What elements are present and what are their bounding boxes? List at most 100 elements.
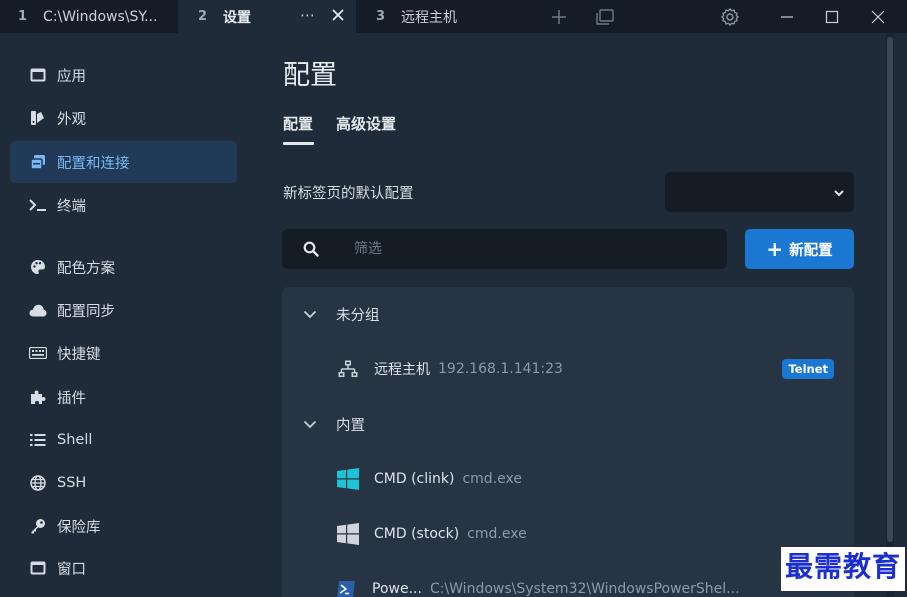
globe-icon [29, 474, 47, 492]
profiles-icon [29, 153, 47, 171]
sidebar: 应用 外观 配置和连接 终端 配色方案 配置同步 快捷键 插件 Shell SS… [0, 33, 250, 597]
profile-name: Powe... [372, 581, 422, 597]
filter-input[interactable] [354, 229, 714, 269]
sidebar-item-vault[interactable]: 保险库 [10, 505, 237, 547]
sidebar-item-shell[interactable]: Shell [10, 419, 237, 461]
sidebar-item-label: 插件 [57, 390, 86, 407]
tab-profiles[interactable]: 配置 [283, 113, 313, 134]
new-profile-label: 新配置 [789, 242, 833, 259]
terminal-icon [29, 196, 47, 214]
default-profile-select[interactable] [665, 172, 854, 212]
default-profile-label: 新标签页的默认配置 [283, 186, 414, 202]
profile-row[interactable]: CMD (clink) cmd.exe [282, 457, 854, 501]
sidebar-item-plugins[interactable]: 插件 [10, 376, 237, 418]
key-icon [29, 517, 47, 535]
sidebar-item-label: 配置和连接 [57, 155, 130, 172]
cloud-icon [29, 301, 47, 319]
profile-description: cmd.exe [467, 526, 527, 542]
paint-icon [29, 109, 47, 127]
sidebar-item-hotkeys[interactable]: 快捷键 [10, 332, 237, 374]
tab-number: 2 [198, 9, 208, 24]
sidebar-item-profiles[interactable]: 配置和连接 [10, 141, 237, 183]
tab-title: C:\Windows\SY... [43, 8, 158, 25]
scrollbar-thumb[interactable] [887, 37, 893, 542]
network-icon [336, 357, 360, 381]
profile-name: 远程主机 [374, 362, 430, 378]
profiles-menu-button[interactable] [592, 0, 618, 33]
profile-row[interactable]: Powe... C:\Windows\System32\WindowsPower… [282, 567, 854, 597]
group-name: 内置 [336, 417, 365, 434]
tab-more-icon[interactable]: ⋯ [300, 6, 316, 24]
main-content: 配置 配置 高级设置 新标签页的默认配置 + 新配置 未分组 远程主机 192.… [250, 33, 890, 597]
window-icon [29, 559, 47, 577]
sidebar-item-color-scheme[interactable]: 配色方案 [10, 246, 237, 288]
protocol-badge: Telnet [782, 359, 834, 379]
tab-1[interactable]: 1 C:\Windows\SY... [0, 0, 178, 33]
profile-description: 192.168.1.141:23 [438, 361, 563, 377]
keyboard-icon [29, 344, 47, 362]
plus-icon [552, 9, 566, 24]
window-close-button[interactable] [864, 0, 892, 33]
profile-description: cmd.exe [462, 471, 522, 487]
active-tab-indicator [283, 142, 314, 145]
windows-icon [336, 467, 360, 491]
profile-name: CMD (clink) [374, 471, 455, 487]
sidebar-item-application[interactable]: 应用 [10, 54, 237, 96]
sidebar-item-label: 终端 [57, 198, 86, 215]
sidebar-item-config-sync[interactable]: 配置同步 [10, 289, 237, 331]
sidebar-item-label: 配色方案 [57, 260, 115, 277]
close-icon[interactable] [330, 7, 346, 23]
puzzle-icon [29, 388, 47, 406]
tab-3[interactable]: 3 远程主机 [356, 0, 526, 33]
sidebar-item-appearance[interactable]: 外观 [10, 97, 237, 139]
profile-list: 未分组 远程主机 192.168.1.141:23 Telnet 内置 CMD … [282, 287, 854, 597]
tab-2-active[interactable]: 2 设置 ⋯ [178, 0, 356, 33]
group-header-ungrouped[interactable]: 未分组 [282, 292, 854, 336]
sidebar-item-label: SSH [57, 475, 87, 491]
palette-icon [29, 258, 47, 276]
page-title: 配置 [283, 60, 337, 91]
search-icon [303, 241, 319, 261]
profile-name: CMD (stock) [374, 526, 460, 542]
sidebar-item-label: 窗口 [57, 561, 86, 578]
profile-row[interactable]: CMD (stock) cmd.exe [282, 512, 854, 556]
sidebar-item-ssh[interactable]: SSH [10, 462, 237, 504]
powershell-icon [334, 577, 358, 597]
tab-number: 3 [376, 9, 386, 24]
minimize-button[interactable] [773, 0, 801, 33]
close-icon [871, 10, 885, 23]
watermark: 最需教育 [781, 547, 906, 591]
sidebar-item-label: 外观 [57, 111, 86, 128]
chevron-down-icon [302, 416, 318, 432]
tab-title: 设置 [223, 9, 252, 26]
new-profile-button[interactable]: + 新配置 [745, 229, 854, 269]
new-tab-button[interactable] [546, 0, 572, 33]
sidebar-item-label: 保险库 [57, 519, 101, 536]
sidebar-item-terminal[interactable]: 终端 [10, 184, 237, 226]
maximize-icon [825, 10, 839, 23]
group-header-builtin[interactable]: 内置 [282, 402, 854, 446]
windows-stack-icon [596, 8, 614, 25]
scrollbar[interactable] [886, 33, 894, 597]
window-icon [29, 66, 47, 84]
sidebar-item-label: 配置同步 [57, 303, 115, 320]
profile-row[interactable]: 远程主机 192.168.1.141:23 Telnet [282, 347, 854, 391]
plus-icon: + [766, 237, 784, 261]
filter-box[interactable] [282, 229, 727, 269]
sidebar-item-window[interactable]: 窗口 [10, 547, 237, 589]
chevron-down-icon [832, 185, 846, 204]
profile-description: C:\Windows\System32\WindowsPowerShel... [429, 581, 740, 597]
windows-icon [336, 522, 360, 546]
tab-number: 1 [18, 9, 28, 24]
sidebar-item-label: 应用 [57, 68, 86, 85]
list-icon [29, 431, 47, 449]
sidebar-item-label: 快捷键 [57, 346, 101, 363]
tab-advanced-settings[interactable]: 高级设置 [336, 113, 396, 134]
group-name: 未分组 [336, 307, 380, 324]
title-bar: 1 C:\Windows\SY... 2 设置 ⋯ 3 远程主机 [0, 0, 907, 33]
settings-button[interactable] [717, 0, 743, 33]
chevron-down-icon [302, 306, 318, 322]
sidebar-item-label: Shell [57, 432, 93, 448]
maximize-button[interactable] [818, 0, 846, 33]
tab-title: 远程主机 [401, 9, 458, 26]
